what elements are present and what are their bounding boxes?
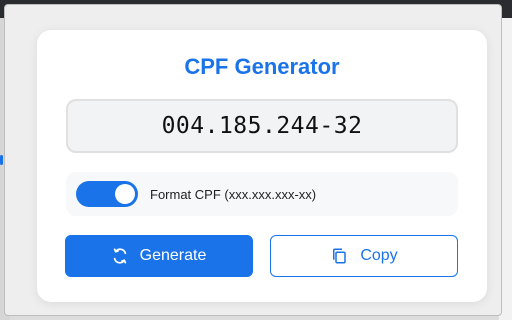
extension-popup: CPF Generator 004.185.244-32 Format CPF … [4,4,502,316]
format-option-row: Format CPF (xxx.xxx.xxx-xx) [66,172,458,216]
cpf-output-display[interactable]: 004.185.244-32 [66,99,458,153]
copy-button[interactable]: Copy [270,235,458,277]
app-title: CPF Generator [184,54,340,79]
format-toggle-label: Format CPF (xxx.xxx.xxx-xx) [150,186,317,202]
page-background-mark [0,155,3,165]
format-toggle[interactable] [76,181,138,207]
generator-card: CPF Generator 004.185.244-32 Format CPF … [37,30,487,302]
generate-button-label: Generate [139,247,207,264]
generate-button[interactable]: Generate [65,235,253,277]
copy-icon [330,247,348,265]
copy-button-label: Copy [360,247,398,264]
toggle-knob [115,184,135,204]
refresh-icon [112,248,128,264]
